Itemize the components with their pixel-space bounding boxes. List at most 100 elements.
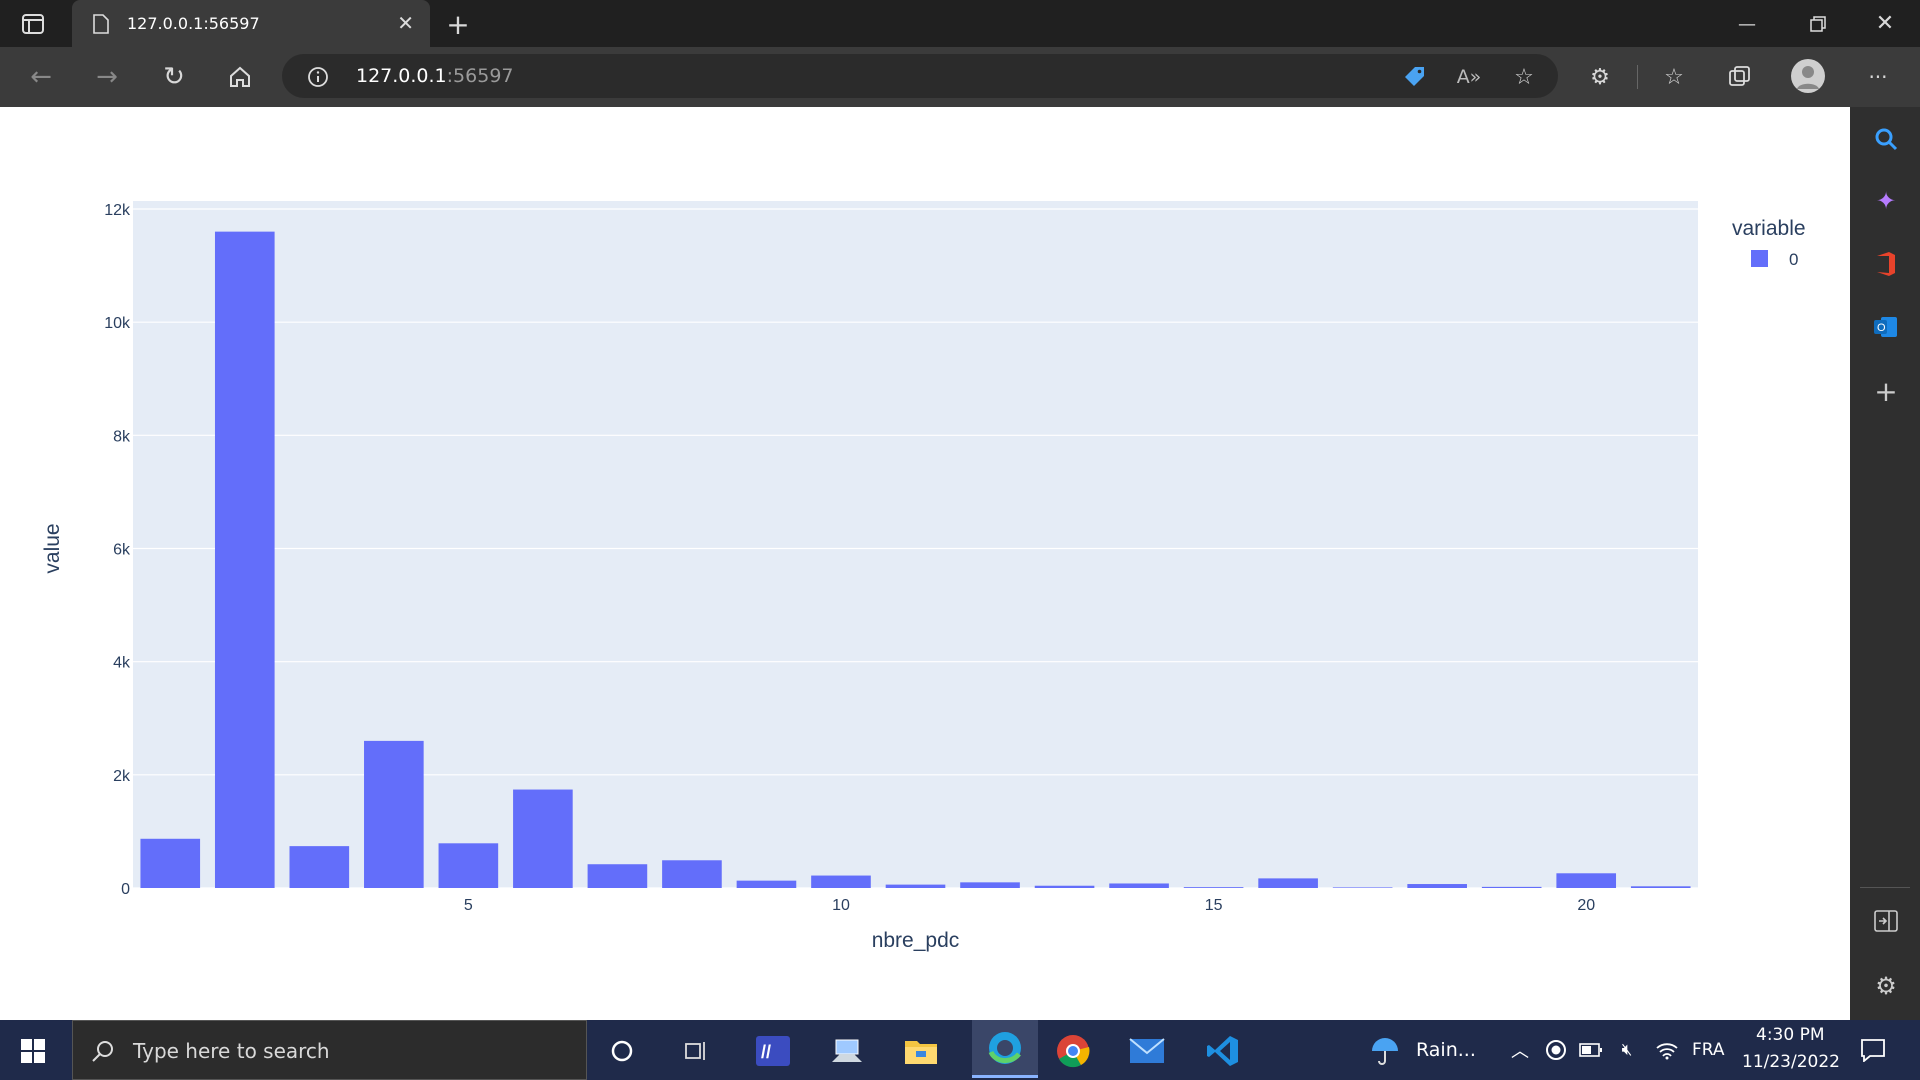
tab-actions-icon[interactable] [20, 12, 46, 36]
bar[interactable] [1556, 873, 1617, 888]
taskbar-search[interactable]: Type here to search [72, 1020, 587, 1080]
bar[interactable] [214, 231, 275, 889]
outlook-icon[interactable]: O [1872, 313, 1900, 341]
url-port: :56597 [446, 65, 514, 87]
back-icon[interactable]: ← [26, 62, 56, 92]
more-options-icon[interactable]: ··· [1864, 63, 1892, 91]
file-explorer-icon[interactable] [896, 1026, 946, 1076]
clock-time[interactable]: 4:30 PM [1756, 1025, 1825, 1045]
forward-icon[interactable]: → [92, 62, 122, 92]
search-icon[interactable] [1872, 125, 1900, 153]
bar[interactable] [140, 838, 201, 888]
bar[interactable] [1183, 887, 1244, 888]
battery-icon[interactable] [1578, 1038, 1604, 1062]
x-tick-label: 10 [832, 897, 850, 914]
bar[interactable] [1332, 887, 1393, 888]
y-tick-label: 0 [121, 881, 130, 898]
bar[interactable] [1630, 886, 1691, 888]
bar[interactable] [364, 740, 424, 888]
windows-start-icon[interactable] [20, 1038, 46, 1064]
add-sidebar-app-icon[interactable]: + [1872, 375, 1900, 408]
site-info-icon[interactable] [306, 65, 330, 89]
coupon-tag-icon[interactable] [1402, 64, 1428, 90]
restore-icon[interactable] [1806, 12, 1830, 36]
bar[interactable] [1481, 886, 1542, 888]
office-icon[interactable] [1872, 250, 1900, 278]
search-placeholder: Type here to search [133, 1039, 330, 1063]
edge-sidebar: ✦ O + ⚙ [1850, 107, 1920, 1020]
sidebar-settings-icon[interactable]: ⚙ [1872, 972, 1900, 1000]
bar[interactable] [1109, 883, 1169, 888]
legend-series-name[interactable]: 0 [1789, 250, 1798, 269]
bar[interactable] [289, 846, 350, 888]
bar[interactable] [811, 875, 871, 888]
wifi-icon[interactable] [1654, 1038, 1680, 1062]
bar[interactable] [1407, 884, 1467, 888]
windows-taskbar: Type here to search // Rain... ︿ 🔇︎ FRA … [0, 1020, 1920, 1080]
weather-rain-icon[interactable] [1368, 1034, 1402, 1066]
hide-sidebar-icon[interactable] [1872, 907, 1900, 935]
close-tab-icon[interactable]: ✕ [397, 11, 414, 35]
legend-swatch[interactable] [1751, 250, 1768, 267]
x-axis-label: nbre_pdc [872, 929, 960, 952]
bar[interactable] [513, 789, 573, 888]
url-text: 127.0.0.1:56597 [356, 65, 514, 87]
weather-label[interactable]: Rain... [1416, 1039, 1476, 1061]
y-tick-label: 12k [104, 202, 131, 219]
active-tab[interactable]: 127.0.0.1:56597 ✕ [72, 0, 430, 47]
bar[interactable] [1258, 878, 1318, 888]
volume-muted-icon[interactable]: 🔇︎ [1614, 1038, 1640, 1062]
page-icon [92, 13, 110, 35]
y-tick-label: 6k [113, 542, 131, 559]
legend-title: variable [1732, 217, 1806, 240]
chrome-icon[interactable] [1048, 1026, 1098, 1076]
extensions-icon[interactable]: ⚙ [1586, 63, 1614, 91]
mail-icon[interactable] [1122, 1026, 1172, 1076]
bar[interactable] [960, 882, 1020, 888]
vscode-icon[interactable] [1198, 1026, 1248, 1076]
sidebar-divider [1860, 887, 1910, 888]
address-bar[interactable]: 127.0.0.1:56597 A» ☆ [282, 54, 1558, 98]
url-host: 127.0.0.1 [356, 65, 447, 87]
bar[interactable] [438, 843, 499, 888]
add-favorite-icon[interactable]: ☆ [1510, 63, 1538, 91]
close-window-icon[interactable]: ✕ [1872, 10, 1898, 36]
read-aloud-icon[interactable]: A» [1456, 64, 1482, 90]
toolbar-divider [1637, 65, 1638, 89]
bar-chart: 0 2k 4k 6k 8k 10k 12k 5 10 15 20 nbre_pdc value varia… [41, 201, 1806, 952]
clock-date[interactable]: 11/23/2022 [1742, 1052, 1840, 1072]
notifications-icon[interactable] [1858, 1036, 1888, 1064]
tray-record-icon[interactable] [1544, 1038, 1568, 1062]
bar[interactable] [587, 864, 648, 888]
favorites-icon[interactable]: ☆ [1660, 63, 1688, 91]
task-view-icon[interactable] [682, 1037, 710, 1065]
edge-browser-icon[interactable] [972, 1020, 1038, 1078]
taskbar-app-2[interactable] [822, 1026, 872, 1076]
minimize-icon[interactable]: — [1735, 12, 1759, 36]
browser-toolbar: ← → ↻ 127.0.0.1:56597 A» ☆ ⚙ ☆ ··· [0, 47, 1920, 107]
bar[interactable] [885, 884, 946, 888]
sparkle-icon[interactable]: ✦ [1872, 187, 1900, 215]
y-tick-label: 8k [113, 428, 131, 445]
bar[interactable] [1034, 885, 1095, 888]
bar[interactable] [662, 860, 722, 888]
language-indicator[interactable]: FRA [1692, 1040, 1725, 1060]
svg-text:O: O [1877, 322, 1886, 334]
profile-avatar[interactable] [1791, 59, 1825, 93]
y-tick-label: 2k [113, 768, 131, 785]
cortana-icon[interactable] [608, 1037, 636, 1065]
home-icon[interactable] [225, 63, 255, 91]
collections-icon[interactable] [1726, 63, 1754, 91]
bar[interactable] [736, 880, 797, 888]
x-tick-label: 5 [464, 897, 473, 914]
y-tick-label: 10k [104, 315, 131, 332]
x-tick-label: 20 [1577, 897, 1595, 914]
refresh-icon[interactable]: ↻ [159, 62, 189, 92]
svg-text://: // [761, 1042, 771, 1062]
chart-area: 0 2k 4k 6k 8k 10k 12k 5 10 15 20 nbre_pdc value varia… [0, 107, 1850, 1020]
browser-tab-bar: 127.0.0.1:56597 ✕ + — ✕ [0, 0, 1920, 47]
tray-chevron-up-icon[interactable]: ︿ [1508, 1038, 1532, 1062]
tab-title: 127.0.0.1:56597 [127, 14, 260, 33]
new-tab-icon[interactable]: + [444, 8, 472, 41]
taskbar-app-1[interactable]: // [748, 1026, 798, 1076]
